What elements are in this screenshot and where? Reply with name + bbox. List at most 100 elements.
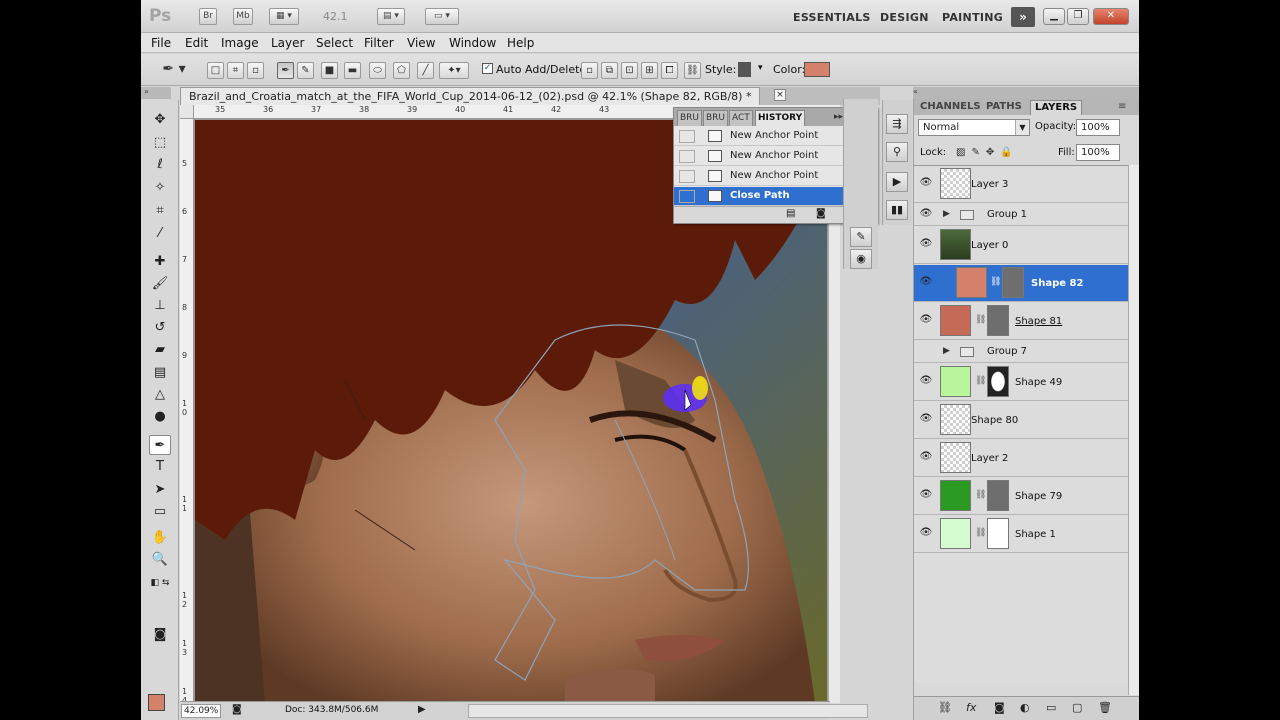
- rectangle-tool-icon[interactable]: ■: [321, 62, 338, 79]
- pen-tool-preset-picker[interactable]: ✒ ▾: [159, 62, 189, 79]
- tab-actions[interactable]: ACT: [729, 110, 753, 126]
- eye-icon[interactable]: 👁: [918, 489, 934, 503]
- healing-brush-tool-icon[interactable]: ✚: [149, 252, 171, 272]
- workspace-essentials[interactable]: ESSENTIALS: [793, 11, 871, 24]
- opacity-field[interactable]: 100%: [1076, 119, 1120, 136]
- eye-icon[interactable]: 👁: [918, 527, 934, 541]
- pen-tool-icon[interactable]: ✒: [149, 435, 171, 455]
- shape-layers-mode-icon[interactable]: □: [207, 62, 224, 79]
- style-dropdown-icon[interactable]: ▾: [758, 63, 763, 73]
- link-style-icon[interactable]: ⛓: [684, 62, 701, 79]
- custom-shape-tool-icon[interactable]: ✦▾: [439, 62, 469, 79]
- zoom-tool-icon[interactable]: 🔍: [149, 550, 171, 570]
- menu-layer[interactable]: Layer: [271, 36, 304, 50]
- foreground-color-swatch[interactable]: [148, 694, 165, 711]
- create-document-from-state-icon[interactable]: ▤: [786, 208, 795, 219]
- quick-mask-icon[interactable]: ◙: [149, 625, 171, 645]
- history-state-selected[interactable]: Close Path: [674, 187, 864, 206]
- line-tool-icon[interactable]: ╱: [417, 62, 434, 79]
- history-panel-icon[interactable]: ▮▮: [886, 200, 908, 220]
- screen-mode-dropdown[interactable]: ▭ ▾: [425, 8, 459, 25]
- layer-row[interactable]: 👁 ⛓ Shape 81: [914, 303, 1128, 340]
- paths-mode-icon[interactable]: ⌗: [227, 62, 244, 79]
- link-layers-icon[interactable]: ⛓: [938, 701, 952, 714]
- clone-stamp-tool-icon[interactable]: ⊥: [149, 296, 171, 316]
- close-window-button[interactable]: ✕: [1093, 8, 1129, 25]
- style-picker[interactable]: [738, 62, 751, 77]
- subtract-shape-area-icon[interactable]: ⧉: [601, 62, 618, 79]
- menu-image[interactable]: Image: [221, 36, 259, 50]
- tab-brush-presets[interactable]: BRU: [703, 110, 729, 126]
- brush-tool-icon[interactable]: 🖌: [149, 274, 171, 294]
- zoom-field[interactable]: 42.09%: [181, 704, 221, 718]
- link-icon[interactable]: ⛓: [990, 277, 1001, 287]
- actions-play-icon[interactable]: ▶: [886, 172, 908, 192]
- eye-icon[interactable]: 👁: [918, 208, 934, 222]
- default-colors-icon[interactable]: ◧ ⇆: [149, 573, 171, 593]
- menu-window[interactable]: Window: [449, 36, 496, 50]
- eye-icon[interactable]: 👁: [918, 238, 934, 252]
- blend-mode-select[interactable]: Normal ▼: [918, 119, 1030, 136]
- view-extras-dropdown[interactable]: ▦ ▾: [269, 8, 299, 25]
- layer-row[interactable]: 👁 ⛓ Shape 79: [914, 478, 1128, 515]
- eye-icon[interactable]: 👁: [918, 451, 934, 465]
- brush-panel-icon[interactable]: ✎: [850, 227, 872, 247]
- horizontal-scrollbar[interactable]: [468, 704, 868, 718]
- history-brush-source-toggle[interactable]: [679, 190, 695, 203]
- tab-layers[interactable]: LAYERS: [1030, 100, 1083, 115]
- new-snapshot-icon[interactable]: ◙: [816, 208, 826, 219]
- link-icon[interactable]: ⛓: [975, 376, 986, 386]
- lasso-tool-icon[interactable]: ℓ: [149, 155, 171, 175]
- intersect-shape-areas-icon[interactable]: ⊡: [621, 62, 638, 79]
- menu-file[interactable]: File: [151, 36, 171, 50]
- new-group-icon[interactable]: ▭: [1046, 701, 1056, 714]
- exclude-overlapping-icon[interactable]: ⊞: [641, 62, 658, 79]
- ellipse-tool-icon[interactable]: ⬭: [369, 62, 386, 79]
- hand-tool-icon[interactable]: ✋: [149, 528, 171, 548]
- history-state[interactable]: New Anchor Point: [674, 127, 864, 146]
- history-brush-source-toggle[interactable]: [679, 150, 695, 163]
- path-selection-tool-icon[interactable]: ➤: [149, 480, 171, 500]
- layer-row[interactable]: 👁 ⛓ Shape 1: [914, 516, 1128, 553]
- menu-filter[interactable]: Filter: [364, 36, 394, 50]
- menu-help[interactable]: Help: [507, 36, 534, 50]
- history-brush-source-toggle[interactable]: [679, 130, 695, 143]
- new-layer-icon[interactable]: ▢: [1072, 701, 1082, 714]
- layer-row[interactable]: 👁 Shape 80: [914, 402, 1128, 439]
- tab-channels[interactable]: CHANNELS: [916, 100, 985, 115]
- freeform-pen-icon[interactable]: ✎: [297, 62, 314, 79]
- add-mask-icon[interactable]: ◙: [994, 701, 1005, 714]
- rectangle-shape-tool-icon[interactable]: ▭: [149, 502, 171, 522]
- delete-layer-icon[interactable]: 🗑: [1098, 701, 1112, 714]
- vertical-ruler[interactable]: 5 6 7 8 9 1 0 1 1 1 2 1 3 1 4: [180, 119, 194, 703]
- eraser-tool-icon[interactable]: ▰: [149, 340, 171, 360]
- history-brush-source-toggle[interactable]: [679, 170, 695, 183]
- rounded-rectangle-tool-icon[interactable]: ▬: [344, 62, 361, 79]
- eye-icon[interactable]: 👁: [918, 177, 934, 191]
- blur-tool-icon[interactable]: △: [149, 385, 171, 405]
- clone-source-icon[interactable]: ◉: [850, 249, 872, 269]
- polygon-tool-icon[interactable]: ⬠: [393, 62, 410, 79]
- type-tool-icon[interactable]: T: [149, 457, 171, 477]
- history-state[interactable]: New Anchor Point: [674, 167, 864, 186]
- marquee-tool-icon[interactable]: ⬚: [149, 133, 171, 153]
- ruler-origin[interactable]: [180, 105, 194, 119]
- link-icon[interactable]: ⛓: [975, 315, 986, 325]
- status-info-icon[interactable]: ◙: [232, 704, 242, 715]
- document-tab[interactable]: Brazil_and_Croatia_match_at_the_FIFA_Wor…: [180, 87, 761, 105]
- layer-row-selected[interactable]: 👁 ⛓ Shape 82: [914, 265, 1128, 302]
- tools-panel-header[interactable]: »: [141, 87, 171, 99]
- history-state[interactable]: New Anchor Point: [674, 147, 864, 166]
- link-icon[interactable]: ⛓: [975, 528, 986, 538]
- eye-icon[interactable]: 👁: [918, 276, 934, 290]
- quick-selection-tool-icon[interactable]: ✧: [149, 178, 171, 198]
- arrange-documents-dropdown[interactable]: ▤ ▾: [377, 8, 405, 25]
- close-document-button[interactable]: ×: [774, 89, 786, 101]
- layers-panel-header[interactable]: «: [913, 87, 1139, 99]
- eye-icon[interactable]: 👁: [918, 413, 934, 427]
- combine-icon[interactable]: ⧠: [661, 62, 678, 79]
- minimize-button[interactable]: ▁: [1043, 8, 1065, 25]
- fill-field[interactable]: 100%: [1076, 144, 1120, 161]
- bridge-button[interactable]: Br: [199, 8, 217, 25]
- auto-add-delete-checkbox[interactable]: ✓: [482, 63, 493, 74]
